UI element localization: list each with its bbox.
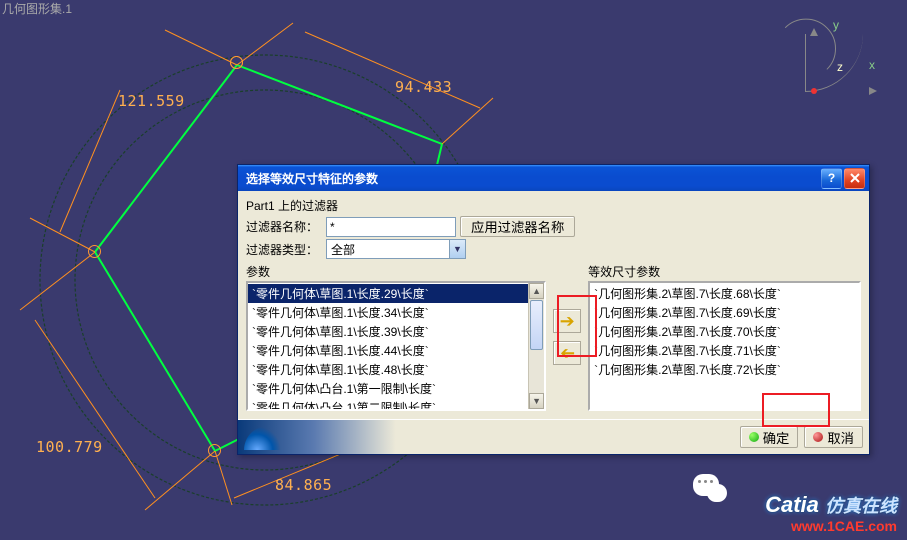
dimension-label[interactable]: 84.865 [275,476,332,494]
compass[interactable]: y x z [797,20,877,100]
footer-decoration [244,426,288,450]
wechat-icon [693,472,727,502]
vertex-marker[interactable] [88,245,101,258]
watermark: Catia 仿真在线 www.1CAE.com [765,492,897,534]
move-left-button[interactable]: ➔ [553,341,581,365]
list-item[interactable]: `零件几何体\草图.1\长度.44\长度` [248,341,528,360]
dimension-label[interactable]: 94.433 [395,78,452,96]
dimension-label[interactable]: 100.779 [36,438,103,456]
list-item[interactable]: `零件几何体\凸台.1\第一限制\长度` [248,379,528,398]
list-item[interactable]: `几何图形集.2\草图.7\长度.70\长度` [590,322,859,341]
scroll-thumb[interactable] [530,300,543,350]
list-item[interactable]: `零件几何体\草图.1\长度.48\长度` [248,360,528,379]
parameters-listbox[interactable]: `零件几何体\草图.1\长度.29\长度``零件几何体\草图.1\长度.34\长… [246,281,546,411]
list-item[interactable]: `零件几何体\凸台.1\第二限制\长度` [248,398,528,409]
scroll-up-icon[interactable]: ▲ [529,283,544,299]
filter-name-label: 过滤器名称： [246,218,322,235]
filter-type-value: 全部 [331,241,355,258]
list-item[interactable]: `几何图形集.2\草图.7\长度.68\长度` [590,284,859,303]
ok-button[interactable]: 确定 [740,426,799,448]
ok-icon [749,432,759,442]
compass-x-label: x [869,58,875,72]
vertex-marker[interactable] [208,444,221,457]
cancel-button[interactable]: 取消 [804,426,863,448]
compass-y-label: y [833,18,839,32]
list-item[interactable]: `几何图形集.2\草图.7\长度.69\长度` [590,303,859,322]
filter-type-label: 过滤器类型： [246,241,322,258]
move-right-button[interactable]: ➔ [553,309,581,333]
close-button[interactable] [844,168,865,189]
cancel-icon [813,432,823,442]
list-item[interactable]: `几何图形集.2\草图.7\长度.71\长度` [590,341,859,360]
filter-section-label: Part1 上的过滤器 [246,197,861,214]
dialog-title: 选择等效尺寸特征的参数 [246,170,819,187]
scrollbar[interactable]: ▲ ▼ [528,283,544,409]
list-item[interactable]: `零件几何体\草图.1\长度.39\长度` [248,322,528,341]
equivalent-params-listbox[interactable]: `几何图形集.2\草图.7\长度.68\长度``几何图形集.2\草图.7\长度.… [588,281,861,411]
dialog-titlebar[interactable]: 选择等效尺寸特征的参数 ? [238,165,869,191]
list-item[interactable]: `零件几何体\草图.1\长度.34\长度` [248,303,528,322]
vertex-marker[interactable] [230,56,243,69]
list-item[interactable]: `零件几何体\草图.1\长度.29\长度` [248,284,528,303]
dimension-label[interactable]: 121.559 [118,92,185,110]
list-item[interactable]: `几何图形集.2\草图.7\长度.72\长度` [590,360,859,379]
compass-z-label: z [837,60,843,74]
chevron-down-icon [449,240,465,258]
scroll-down-icon[interactable]: ▼ [529,393,544,409]
left-list-title: 参数 [246,263,546,280]
right-list-title: 等效尺寸参数 [588,263,861,280]
filter-type-combo[interactable]: 全部 [326,239,466,259]
filter-name-input[interactable] [326,217,456,237]
equivalent-dimensions-dialog: 选择等效尺寸特征的参数 ? Part1 上的过滤器 过滤器名称： 应用过滤器名称… [237,164,870,455]
apply-filter-button[interactable]: 应用过滤器名称 [460,216,575,237]
help-button[interactable]: ? [821,168,842,189]
